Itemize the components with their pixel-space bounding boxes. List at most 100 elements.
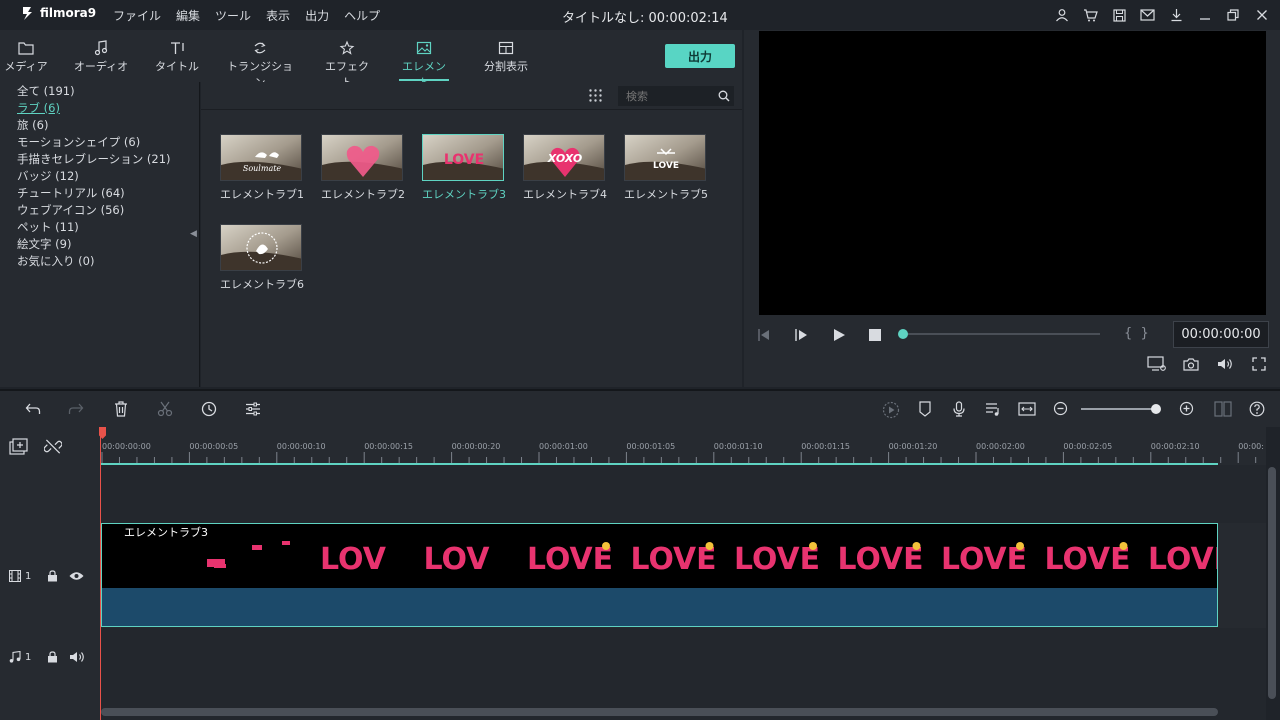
voiceover-mic-icon[interactable] [952, 401, 966, 417]
redo-icon[interactable] [68, 401, 84, 417]
mail-icon[interactable] [1134, 7, 1163, 23]
element-thumbnail-3[interactable]: LOVE [422, 134, 504, 181]
fullscreen-icon[interactable] [1252, 357, 1266, 371]
category-badges[interactable]: バッジ (12) [17, 168, 171, 185]
clip-frame-accent [809, 542, 817, 550]
clip-frame-text: LOVE [1148, 542, 1217, 577]
clip-filmstrip: LOVLOVLOVELOVELOVELOVELOVELOVELOVELOV エレ… [102, 524, 1217, 588]
tab-media[interactable]: メディア [4, 38, 48, 74]
category-love[interactable]: ラブ (6) [17, 100, 171, 117]
window-controls [1048, 7, 1276, 23]
element-thumbnail-5[interactable]: LOVE [624, 134, 706, 181]
close-icon[interactable] [1248, 7, 1277, 23]
preview-scrubber-handle[interactable] [898, 329, 908, 339]
svg-text:LOVE: LOVE [444, 152, 484, 168]
restore-icon[interactable] [1219, 7, 1248, 23]
ruler-tick-label: 00:00:00:10 [276, 442, 326, 451]
element-thumbnail-6[interactable] [220, 224, 302, 271]
category-favorites[interactable]: お気に入り (0) [17, 253, 171, 270]
ruler-tick-label: 00:00:01:00 [539, 442, 588, 451]
download-icon[interactable] [1162, 7, 1191, 23]
grid-view-icon[interactable] [588, 88, 603, 103]
search-icon[interactable] [718, 90, 730, 102]
split-screen-icon [479, 38, 533, 58]
zoom-slider-handle[interactable] [1151, 404, 1161, 414]
help-icon[interactable] [1249, 401, 1265, 417]
preview-screen [759, 31, 1266, 315]
delete-trash-icon[interactable] [114, 401, 128, 417]
export-button[interactable]: 出力 [665, 44, 735, 68]
category-tutorial[interactable]: チュートリアル (64) [17, 185, 171, 202]
clip-frame-text: LOVE [1045, 542, 1131, 577]
preview-scrubber-track[interactable] [904, 333, 1100, 335]
tab-split-screen[interactable]: 分割表示 [479, 38, 533, 74]
category-web-icons[interactable]: ウェブアイコン (56) [17, 202, 171, 219]
category-all[interactable]: 全て (191) [17, 83, 171, 100]
video-visibility-eye-icon[interactable] [69, 571, 84, 581]
zoom-out-icon[interactable] [1053, 401, 1068, 416]
category-emoji[interactable]: 絵文字 (9) [17, 236, 171, 253]
element-thumbnail-1[interactable]: Soulmate [220, 134, 302, 181]
clip-frame-accent [1119, 542, 1128, 550]
adjust-settings-icon[interactable] [245, 401, 261, 417]
render-preview-icon[interactable] [882, 401, 900, 419]
category-travel[interactable]: 旅 (6) [17, 117, 171, 134]
undo-icon[interactable] [25, 401, 41, 417]
ruler-tick-label: 00:00:01:20 [888, 442, 938, 451]
stop-icon[interactable] [869, 329, 881, 341]
playhead[interactable] [100, 427, 101, 720]
effects-icon [322, 38, 372, 58]
zoom-in-icon[interactable] [1179, 401, 1194, 416]
ruler-tick-label: 00:00: [1238, 442, 1264, 451]
previous-frame-icon[interactable] [757, 328, 771, 342]
svg-text:XOXO: XOXO [547, 152, 583, 165]
volume-icon[interactable] [1217, 357, 1233, 371]
element-thumbnail-4[interactable]: XOXO [523, 134, 605, 181]
clip-frame-accent [602, 542, 610, 550]
ruler-tick-label: 00:00:00:00 [102, 442, 151, 451]
save-icon[interactable] [1105, 7, 1134, 23]
search-input[interactable] [619, 87, 714, 105]
element-label-6: エレメントラブ6 [220, 278, 304, 291]
zoom-slider-track[interactable] [1081, 408, 1157, 410]
tab-titles[interactable]: タイトル [155, 38, 199, 74]
cart-icon[interactable] [1077, 7, 1106, 23]
category-pets[interactable]: ペット (11) [17, 219, 171, 236]
menu-tools[interactable]: ツール [215, 7, 251, 24]
timeline-clip[interactable]: LOVLOVLOVELOVELOVELOVELOVELOVELOVELOV エレ… [101, 523, 1218, 627]
svg-text:Soulmate: Soulmate [243, 164, 282, 173]
video-lock-icon[interactable] [47, 570, 58, 582]
clip-frame-text: LOV [424, 542, 491, 577]
speed-clock-icon[interactable] [201, 401, 217, 417]
audio-mixer-icon[interactable] [985, 401, 1001, 417]
cut-scissors-icon[interactable] [157, 401, 173, 417]
snapshot-camera-icon[interactable] [1183, 357, 1199, 371]
user-icon[interactable] [1048, 7, 1077, 23]
menu-file[interactable]: ファイル [113, 7, 161, 24]
next-frame-icon[interactable] [794, 328, 808, 342]
menu-edit[interactable]: 編集 [176, 7, 200, 24]
menu-view[interactable]: 表示 [266, 7, 290, 24]
mark-in-out-icon[interactable]: { } [1124, 326, 1149, 341]
element-thumbnail-2[interactable] [321, 134, 403, 181]
audio-lock-icon[interactable] [47, 651, 58, 663]
menu-export[interactable]: 出力 [305, 7, 329, 24]
ruler-tick-label: 00:00:00:05 [189, 442, 239, 451]
fit-timeline-icon[interactable] [1018, 401, 1036, 417]
timeline-horizontal-scrollbar[interactable] [101, 708, 1218, 716]
category-motion-shapes[interactable]: モーションシェイプ (6) [17, 134, 171, 151]
audio-speaker-icon[interactable] [69, 651, 85, 663]
collapse-panel-icon[interactable]: ◀ [190, 229, 197, 239]
add-track-icon[interactable] [9, 438, 29, 456]
timeline-vertical-scrollbar[interactable] [1268, 467, 1276, 699]
marker-icon[interactable] [918, 401, 932, 417]
timeline-layout-icon[interactable] [1214, 401, 1232, 417]
tab-audio[interactable]: オーディオ [72, 38, 130, 74]
play-icon[interactable] [832, 328, 846, 342]
minimize-icon[interactable] [1191, 7, 1220, 23]
display-settings-icon[interactable] [1147, 356, 1167, 372]
preview-timecode: 00:00:00:00 [1173, 321, 1269, 348]
category-hand-drawn[interactable]: 手描きセレブレーション (21) [17, 151, 171, 168]
menu-help[interactable]: ヘルプ [344, 7, 380, 24]
unlink-icon[interactable] [44, 438, 62, 456]
